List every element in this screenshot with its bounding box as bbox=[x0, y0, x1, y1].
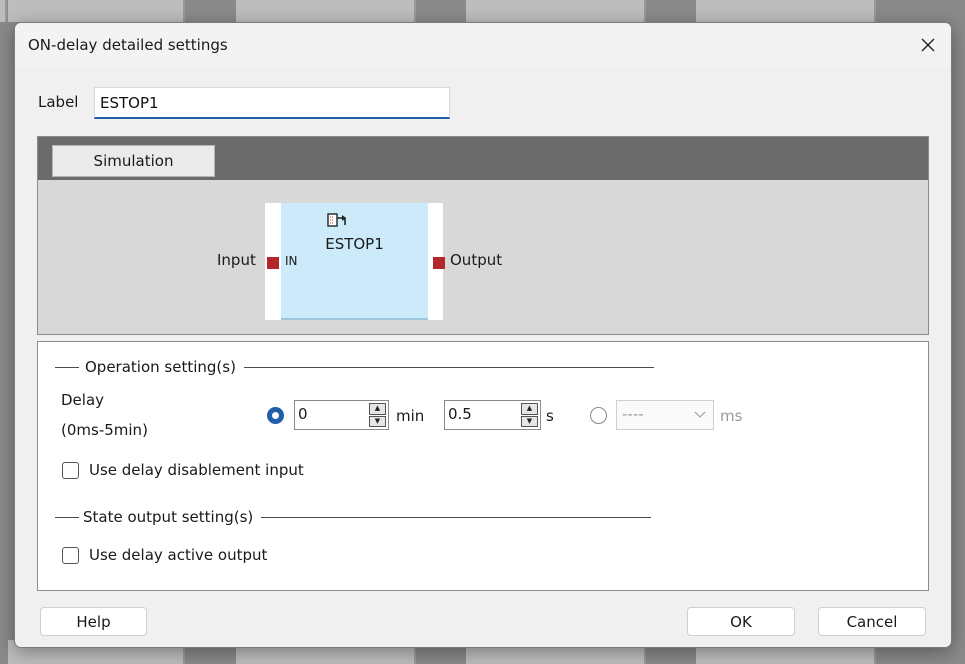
background-window bbox=[0, 0, 7, 22]
background-window bbox=[696, 0, 876, 22]
group-divider bbox=[243, 366, 654, 368]
function-block-name: ESTOP1 bbox=[325, 235, 384, 253]
state-output-group-title: State output setting(s) bbox=[55, 508, 652, 526]
input-port bbox=[267, 257, 279, 269]
delay-minsec-radio[interactable] bbox=[267, 407, 284, 424]
use-delay-disablement-checkbox[interactable] bbox=[62, 462, 79, 479]
label-caption: Label bbox=[38, 93, 79, 111]
simulation-panel: Simulation Input ESTOP1 IN Output bbox=[37, 136, 929, 335]
settings-panel: Operation setting(s) Delay (0ms-5min) 0 … bbox=[37, 341, 929, 591]
ms-unit: ms bbox=[720, 407, 743, 425]
group-divider bbox=[55, 366, 79, 368]
delay-min-value: 0 bbox=[298, 405, 308, 423]
delay-label-line1: Delay bbox=[61, 391, 105, 409]
operation-group-title: Operation setting(s) bbox=[55, 358, 654, 376]
function-block-body: ESTOP1 bbox=[281, 203, 428, 320]
spin-arrows[interactable]: ▲ ▼ bbox=[369, 403, 386, 427]
use-delay-disablement-label: Use delay disablement input bbox=[89, 461, 304, 479]
group-divider bbox=[261, 516, 652, 518]
on-delay-settings-dialog: ON-delay detailed settings Label Simulat… bbox=[14, 22, 952, 648]
delay-label: Delay (0ms-5min) bbox=[61, 389, 148, 441]
operation-group-label: Operation setting(s) bbox=[85, 358, 236, 376]
cancel-button[interactable]: Cancel bbox=[818, 607, 926, 636]
output-label: Output bbox=[450, 251, 503, 269]
ok-button[interactable]: OK bbox=[687, 607, 795, 636]
function-block[interactable]: ESTOP1 IN bbox=[265, 203, 445, 320]
delay-ms-select[interactable]: ---- bbox=[616, 400, 714, 430]
chevron-down-icon bbox=[694, 411, 706, 418]
use-delay-active-output-label: Use delay active output bbox=[89, 546, 268, 564]
title-bar: ON-delay detailed settings bbox=[15, 23, 951, 67]
group-divider bbox=[55, 516, 79, 518]
on-delay-icon bbox=[327, 213, 346, 227]
spin-down-icon[interactable]: ▼ bbox=[521, 415, 538, 427]
use-delay-active-output-checkbox[interactable] bbox=[62, 547, 79, 564]
state-output-group-label: State output setting(s) bbox=[83, 508, 254, 526]
simulation-header: Simulation bbox=[38, 137, 928, 180]
help-button[interactable]: Help bbox=[40, 607, 147, 636]
input-label: Input bbox=[217, 251, 256, 269]
delay-sec-value: 0.5 bbox=[448, 405, 472, 423]
spin-arrows[interactable]: ▲ ▼ bbox=[521, 403, 538, 427]
spin-up-icon[interactable]: ▲ bbox=[521, 403, 538, 415]
background-window bbox=[236, 0, 416, 22]
spin-up-icon[interactable]: ▲ bbox=[369, 403, 386, 415]
spin-down-icon[interactable]: ▼ bbox=[369, 415, 386, 427]
background-window bbox=[466, 0, 646, 22]
label-input[interactable] bbox=[94, 87, 450, 119]
sec-unit: s bbox=[546, 407, 554, 425]
close-icon bbox=[921, 38, 935, 52]
dialog-title: ON-delay detailed settings bbox=[28, 36, 228, 54]
output-port bbox=[433, 257, 445, 269]
background-window bbox=[8, 0, 185, 22]
delay-ms-radio[interactable] bbox=[590, 407, 607, 424]
in-port-label: IN bbox=[285, 254, 298, 268]
delay-min-spinbox[interactable]: 0 ▲ ▼ bbox=[294, 400, 389, 430]
min-unit: min bbox=[396, 407, 425, 425]
close-button[interactable] bbox=[905, 23, 951, 67]
simulation-button[interactable]: Simulation bbox=[52, 145, 215, 177]
delay-label-line2: (0ms-5min) bbox=[61, 421, 148, 439]
delay-sec-spinbox[interactable]: 0.5 ▲ ▼ bbox=[444, 400, 541, 430]
delay-ms-value: ---- bbox=[622, 405, 644, 423]
